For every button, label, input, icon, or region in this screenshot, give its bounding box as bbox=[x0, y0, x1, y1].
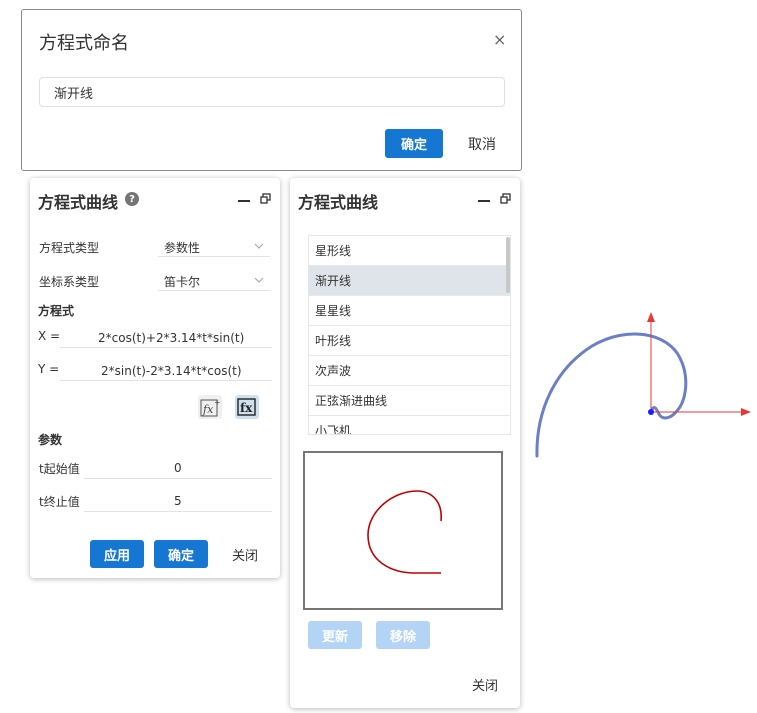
x-equation-input[interactable]: 2*cos(t)+2*3.14*t*sin(t) bbox=[98, 331, 244, 345]
list-item[interactable]: 次声波 bbox=[309, 356, 510, 386]
list-item[interactable]: 星星线 bbox=[309, 296, 510, 326]
y-label: Y = bbox=[38, 362, 60, 376]
t-start-label: t起始值 bbox=[39, 462, 80, 476]
dialog-title: 方程式命名 bbox=[39, 33, 129, 54]
chevron-down-icon[interactable] bbox=[254, 277, 264, 283]
divider bbox=[158, 256, 270, 257]
name-dialog: 方程式命名 × 确定 取消 bbox=[21, 9, 522, 171]
viewport-canvas[interactable] bbox=[520, 300, 757, 470]
involute-curve bbox=[535, 332, 688, 458]
close-button[interactable]: 关闭 bbox=[466, 670, 504, 698]
minimize-icon[interactable] bbox=[238, 200, 250, 202]
t-start-input[interactable]: 0 bbox=[174, 461, 182, 475]
close-icon[interactable]: × bbox=[493, 30, 506, 49]
divider bbox=[84, 511, 272, 512]
list-item[interactable]: 渐开线 bbox=[309, 266, 510, 296]
equation-list[interactable]: 星形线 渐开线 星星线 叶形线 次声波 正弦渐进曲线 小飞机 bbox=[308, 235, 511, 435]
y-equation-input[interactable]: 2*sin(t)-2*3.14*t*cos(t) bbox=[101, 364, 242, 378]
svg-text:fx: fx bbox=[202, 403, 214, 416]
fx-insert-icon: fx + bbox=[200, 398, 220, 417]
curve-name-input[interactable] bbox=[39, 77, 505, 107]
cancel-button[interactable]: 取消 bbox=[456, 129, 508, 158]
list-item[interactable]: 小飞机 bbox=[309, 416, 510, 434]
ok-button[interactable]: 确定 bbox=[154, 540, 208, 568]
divider bbox=[60, 347, 272, 348]
equation-library-panel: 方程式曲线 星形线 渐开线 星星线 叶形线 次声波 正弦渐进曲线 小飞机 更新 移除 关闭 bbox=[290, 178, 520, 708]
close-button[interactable]: 关闭 bbox=[224, 540, 266, 568]
fx-insert-button[interactable]: fx + bbox=[198, 395, 222, 419]
origin-point bbox=[648, 409, 654, 415]
y-axis-arrow bbox=[647, 312, 655, 322]
ok-button[interactable]: 确定 bbox=[385, 129, 443, 158]
fx-button[interactable]: fx bbox=[235, 395, 259, 419]
equation-type-select[interactable]: 参数性 bbox=[164, 239, 200, 256]
list-scrollbar[interactable] bbox=[506, 237, 510, 293]
panel-title: 方程式曲线 bbox=[38, 193, 119, 212]
coord-type-select[interactable]: 笛卡尔 bbox=[164, 273, 200, 290]
list-item[interactable]: 正弦渐进曲线 bbox=[309, 386, 510, 416]
t-end-input[interactable]: 5 bbox=[174, 494, 182, 508]
restore-icon[interactable] bbox=[260, 193, 271, 204]
minimize-icon[interactable] bbox=[478, 200, 490, 202]
preview-curve bbox=[367, 490, 442, 574]
fx-icon: fx bbox=[237, 398, 256, 416]
params-section-label: 参数 bbox=[38, 433, 63, 447]
coord-type-label: 坐标系类型 bbox=[39, 275, 100, 289]
help-icon[interactable]: ? bbox=[125, 192, 139, 206]
divider bbox=[60, 380, 272, 381]
svg-text:+: + bbox=[214, 398, 220, 407]
equation-section-label: 方程式 bbox=[38, 304, 75, 318]
remove-button[interactable]: 移除 bbox=[376, 621, 430, 649]
divider bbox=[158, 290, 270, 291]
x-axis-arrow bbox=[741, 408, 751, 416]
list-item[interactable]: 星形线 bbox=[309, 236, 510, 266]
restore-icon[interactable] bbox=[500, 193, 511, 204]
chevron-down-icon[interactable] bbox=[254, 243, 264, 249]
curve-preview bbox=[303, 451, 503, 610]
panel-title: 方程式曲线 bbox=[298, 193, 379, 212]
t-end-label: t终止值 bbox=[39, 495, 80, 509]
x-label: X = bbox=[38, 329, 61, 343]
list-item[interactable]: 叶形线 bbox=[309, 326, 510, 356]
divider bbox=[84, 478, 272, 479]
apply-button[interactable]: 应用 bbox=[90, 540, 144, 568]
equation-type-label: 方程式类型 bbox=[39, 241, 100, 255]
update-button[interactable]: 更新 bbox=[308, 621, 362, 649]
equation-curve-panel: 方程式曲线 ? 方程式类型 参数性 坐标系类型 笛卡尔 方程式 X = 2*co… bbox=[30, 178, 280, 578]
svg-text:fx: fx bbox=[240, 401, 253, 415]
